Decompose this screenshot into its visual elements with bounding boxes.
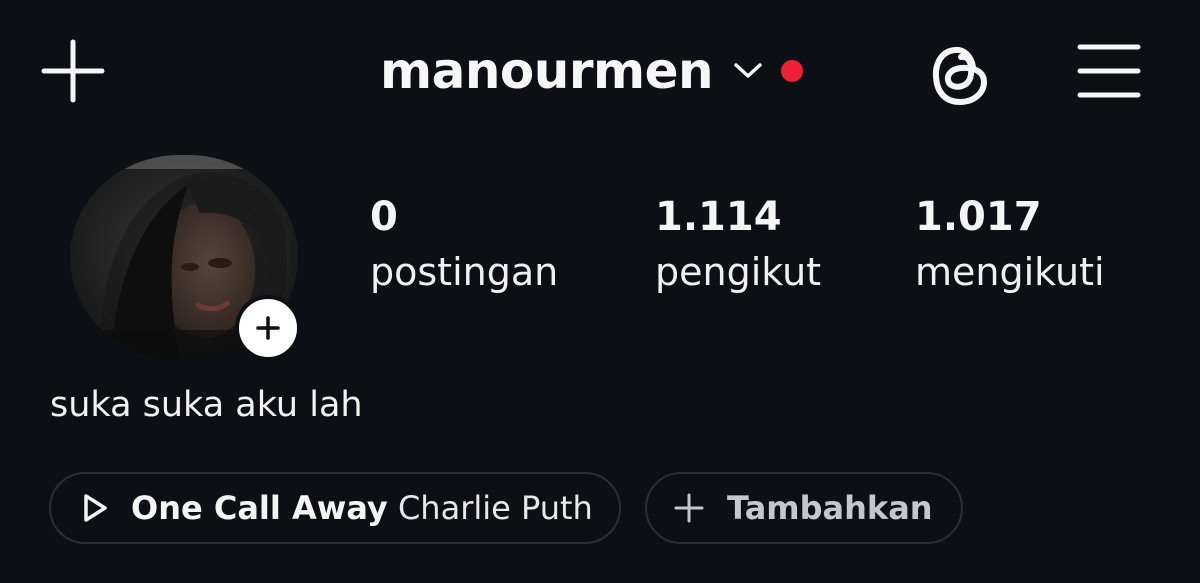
bio-text: suka suka aku lah: [50, 385, 363, 425]
following-stat[interactable]: 1.017 mengikuti: [915, 192, 1105, 302]
followers-stat[interactable]: 1.114 pengikut: [655, 192, 821, 302]
followers-label: pengikut: [655, 250, 822, 294]
profile-picture-area: [70, 155, 301, 361]
account-switcher[interactable]: manourmen: [380, 38, 804, 104]
chevron-down-icon: [733, 61, 763, 81]
menu-button[interactable]: [1072, 38, 1146, 104]
song-title: One Call Away: [131, 489, 388, 527]
posts-label: postingan: [370, 250, 559, 294]
posts-stat[interactable]: 0 postingan: [370, 192, 558, 302]
add-button-label: Tambahkan: [727, 489, 933, 527]
notification-dot: [781, 60, 804, 82]
posts-count: 0: [370, 194, 398, 240]
hamburger-menu-icon: [1077, 44, 1141, 98]
threads-icon: [932, 46, 987, 105]
add-story-button[interactable]: [235, 295, 301, 361]
plus-icon: [674, 493, 704, 523]
followers-count: 1.114: [655, 194, 782, 240]
top-bar: manourmen: [0, 0, 1200, 140]
username: manourmen: [380, 42, 714, 100]
music-pill[interactable]: One Call Away Charlie Puth: [49, 472, 621, 544]
add-button[interactable]: Tambahkan: [645, 472, 963, 544]
following-count: 1.017: [915, 194, 1042, 240]
create-button[interactable]: [40, 38, 106, 104]
threads-button[interactable]: [926, 40, 996, 110]
song-artist: Charlie Puth: [397, 489, 593, 527]
play-icon: [84, 494, 107, 522]
following-label: mengikuti: [915, 250, 1105, 294]
plus-icon: [256, 316, 280, 340]
plus-icon: [41, 39, 105, 103]
